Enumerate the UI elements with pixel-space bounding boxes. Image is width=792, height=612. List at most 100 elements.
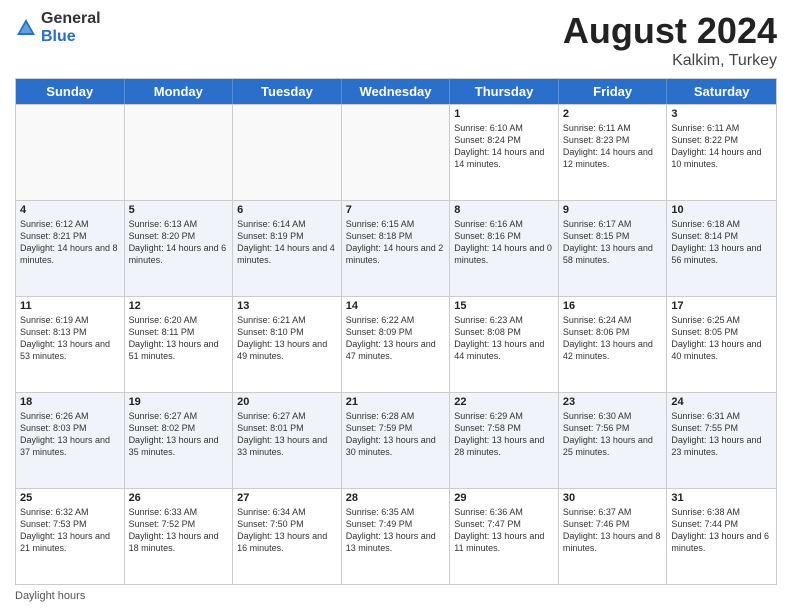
header-day-friday: Friday bbox=[559, 79, 668, 104]
day-number: 6 bbox=[237, 204, 337, 216]
day-number: 27 bbox=[237, 492, 337, 504]
cal-cell-empty-1 bbox=[125, 105, 234, 200]
cal-cell-19: 19 Sunrise: 6:27 AM Sunset: 8:02 PM Dayli… bbox=[125, 393, 234, 488]
day-info: Sunrise: 6:31 AM Sunset: 7:55 PM Dayligh… bbox=[671, 410, 772, 459]
day-number: 15 bbox=[454, 300, 554, 312]
cal-cell-12: 12 Sunrise: 6:20 AM Sunset: 8:11 PM Dayli… bbox=[125, 297, 234, 392]
day-number: 26 bbox=[129, 492, 229, 504]
day-number: 28 bbox=[346, 492, 446, 504]
day-number: 18 bbox=[20, 396, 120, 408]
cal-cell-26: 26 Sunrise: 6:33 AM Sunset: 7:52 PM Dayli… bbox=[125, 489, 234, 584]
day-info: Sunrise: 6:13 AM Sunset: 8:20 PM Dayligh… bbox=[129, 218, 229, 267]
cal-cell-13: 13 Sunrise: 6:21 AM Sunset: 8:10 PM Dayli… bbox=[233, 297, 342, 392]
day-info: Sunrise: 6:37 AM Sunset: 7:46 PM Dayligh… bbox=[563, 506, 663, 555]
cal-cell-25: 25 Sunrise: 6:32 AM Sunset: 7:53 PM Dayli… bbox=[16, 489, 125, 584]
footer-note: Daylight hours bbox=[15, 590, 777, 602]
day-info: Sunrise: 6:28 AM Sunset: 7:59 PM Dayligh… bbox=[346, 410, 446, 459]
day-info: Sunrise: 6:16 AM Sunset: 8:16 PM Dayligh… bbox=[454, 218, 554, 267]
day-info: Sunrise: 6:33 AM Sunset: 7:52 PM Dayligh… bbox=[129, 506, 229, 555]
cal-cell-4: 4 Sunrise: 6:12 AM Sunset: 8:21 PM Daylig… bbox=[16, 201, 125, 296]
cal-cell-16: 16 Sunrise: 6:24 AM Sunset: 8:06 PM Dayli… bbox=[559, 297, 668, 392]
day-info: Sunrise: 6:38 AM Sunset: 7:44 PM Dayligh… bbox=[671, 506, 772, 555]
day-info: Sunrise: 6:34 AM Sunset: 7:50 PM Dayligh… bbox=[237, 506, 337, 555]
cal-cell-30: 30 Sunrise: 6:37 AM Sunset: 7:46 PM Dayli… bbox=[559, 489, 668, 584]
day-info: Sunrise: 6:27 AM Sunset: 8:01 PM Dayligh… bbox=[237, 410, 337, 459]
day-number: 17 bbox=[671, 300, 772, 312]
day-number: 3 bbox=[671, 108, 772, 120]
logo-blue: Blue bbox=[41, 28, 101, 46]
cal-cell-15: 15Sunrise: 6:23 AM Sunset: 8:08 PM Dayli… bbox=[450, 297, 559, 392]
cal-cell-11: 11Sunrise: 6:19 AM Sunset: 8:13 PM Dayli… bbox=[16, 297, 125, 392]
cal-cell-14: 14 Sunrise: 6:22 AM Sunset: 8:09 PM Dayli… bbox=[342, 297, 451, 392]
header-day-monday: Monday bbox=[125, 79, 234, 104]
cal-cell-2: 2 Sunrise: 6:11 AM Sunset: 8:23 PM Daylig… bbox=[559, 105, 668, 200]
day-info: Sunrise: 6:27 AM Sunset: 8:02 PM Dayligh… bbox=[129, 410, 229, 459]
header-day-thursday: Thursday bbox=[450, 79, 559, 104]
day-number: 25 bbox=[20, 492, 120, 504]
cal-cell-8: 8 Sunrise: 6:16 AM Sunset: 8:16 PM Daylig… bbox=[450, 201, 559, 296]
cal-cell-empty-0 bbox=[16, 105, 125, 200]
cal-cell-empty-3 bbox=[342, 105, 451, 200]
day-info: Sunrise: 6:22 AM Sunset: 8:09 PM Dayligh… bbox=[346, 314, 446, 363]
day-info: Sunrise: 6:20 AM Sunset: 8:11 PM Dayligh… bbox=[129, 314, 229, 363]
cal-cell-17: 17Sunrise: 6:25 AM Sunset: 8:05 PM Dayli… bbox=[667, 297, 776, 392]
day-number: 23 bbox=[563, 396, 663, 408]
logo-text: General Blue bbox=[41, 10, 101, 47]
day-info: Sunrise: 6:11 AM Sunset: 8:23 PM Dayligh… bbox=[563, 122, 663, 171]
day-number: 12 bbox=[129, 300, 229, 312]
day-number: 2 bbox=[563, 108, 663, 120]
cal-cell-9: 9Sunrise: 6:17 AM Sunset: 8:15 PM Daylig… bbox=[559, 201, 668, 296]
day-number: 4 bbox=[20, 204, 120, 216]
header: General Blue August 2024 Kalkim, Turkey bbox=[15, 10, 777, 70]
cal-cell-7: 7Sunrise: 6:15 AM Sunset: 8:18 PM Daylig… bbox=[342, 201, 451, 296]
calendar-body: 1Sunrise: 6:10 AM Sunset: 8:24 PM Daylig… bbox=[16, 104, 776, 584]
calendar-week-3: 11Sunrise: 6:19 AM Sunset: 8:13 PM Dayli… bbox=[16, 296, 776, 392]
day-info: Sunrise: 6:12 AM Sunset: 8:21 PM Dayligh… bbox=[20, 218, 120, 267]
header-day-wednesday: Wednesday bbox=[342, 79, 451, 104]
day-number: 13 bbox=[237, 300, 337, 312]
calendar-header: SundayMondayTuesdayWednesdayThursdayFrid… bbox=[16, 79, 776, 104]
day-number: 30 bbox=[563, 492, 663, 504]
day-info: Sunrise: 6:30 AM Sunset: 7:56 PM Dayligh… bbox=[563, 410, 663, 459]
cal-cell-18: 18 Sunrise: 6:26 AM Sunset: 8:03 PM Dayli… bbox=[16, 393, 125, 488]
day-info: Sunrise: 6:32 AM Sunset: 7:53 PM Dayligh… bbox=[20, 506, 120, 555]
day-info: Sunrise: 6:19 AM Sunset: 8:13 PM Dayligh… bbox=[20, 314, 120, 363]
header-day-tuesday: Tuesday bbox=[233, 79, 342, 104]
day-info: Sunrise: 6:35 AM Sunset: 7:49 PM Dayligh… bbox=[346, 506, 446, 555]
cal-cell-6: 6 Sunrise: 6:14 AM Sunset: 8:19 PM Daylig… bbox=[233, 201, 342, 296]
day-number: 31 bbox=[671, 492, 772, 504]
cal-cell-31: 31 Sunrise: 6:38 AM Sunset: 7:44 PM Dayli… bbox=[667, 489, 776, 584]
day-number: 8 bbox=[454, 204, 554, 216]
header-day-saturday: Saturday bbox=[667, 79, 776, 104]
day-number: 5 bbox=[129, 204, 229, 216]
day-info: Sunrise: 6:29 AM Sunset: 7:58 PM Dayligh… bbox=[454, 410, 554, 459]
day-number: 20 bbox=[237, 396, 337, 408]
cal-cell-10: 10 Sunrise: 6:18 AM Sunset: 8:14 PM Dayli… bbox=[667, 201, 776, 296]
day-info: Sunrise: 6:24 AM Sunset: 8:06 PM Dayligh… bbox=[563, 314, 663, 363]
page: General Blue August 2024 Kalkim, Turkey … bbox=[0, 0, 792, 612]
day-info: Sunrise: 6:15 AM Sunset: 8:18 PM Dayligh… bbox=[346, 218, 446, 267]
day-info: Sunrise: 6:21 AM Sunset: 8:10 PM Dayligh… bbox=[237, 314, 337, 363]
cal-cell-21: 21Sunrise: 6:28 AM Sunset: 7:59 PM Dayli… bbox=[342, 393, 451, 488]
day-number: 10 bbox=[671, 204, 772, 216]
logo-general: General bbox=[41, 10, 101, 28]
day-number: 14 bbox=[346, 300, 446, 312]
cal-cell-20: 20 Sunrise: 6:27 AM Sunset: 8:01 PM Dayli… bbox=[233, 393, 342, 488]
cal-cell-24: 24 Sunrise: 6:31 AM Sunset: 7:55 PM Dayli… bbox=[667, 393, 776, 488]
calendar-week-5: 25 Sunrise: 6:32 AM Sunset: 7:53 PM Dayli… bbox=[16, 488, 776, 584]
day-number: 19 bbox=[129, 396, 229, 408]
day-number: 24 bbox=[671, 396, 772, 408]
cal-cell-22: 22Sunrise: 6:29 AM Sunset: 7:58 PM Dayli… bbox=[450, 393, 559, 488]
logo-icon bbox=[15, 17, 37, 39]
day-number: 16 bbox=[563, 300, 663, 312]
day-info: Sunrise: 6:18 AM Sunset: 8:14 PM Dayligh… bbox=[671, 218, 772, 267]
title-block: August 2024 Kalkim, Turkey bbox=[563, 10, 777, 70]
title-location: Kalkim, Turkey bbox=[563, 52, 777, 70]
cal-cell-29: 29Sunrise: 6:36 AM Sunset: 7:47 PM Dayli… bbox=[450, 489, 559, 584]
day-info: Sunrise: 6:36 AM Sunset: 7:47 PM Dayligh… bbox=[454, 506, 554, 555]
day-info: Sunrise: 6:10 AM Sunset: 8:24 PM Dayligh… bbox=[454, 122, 554, 171]
day-info: Sunrise: 6:14 AM Sunset: 8:19 PM Dayligh… bbox=[237, 218, 337, 267]
calendar: SundayMondayTuesdayWednesdayThursdayFrid… bbox=[15, 78, 777, 585]
day-info: Sunrise: 6:26 AM Sunset: 8:03 PM Dayligh… bbox=[20, 410, 120, 459]
day-number: 9 bbox=[563, 204, 663, 216]
